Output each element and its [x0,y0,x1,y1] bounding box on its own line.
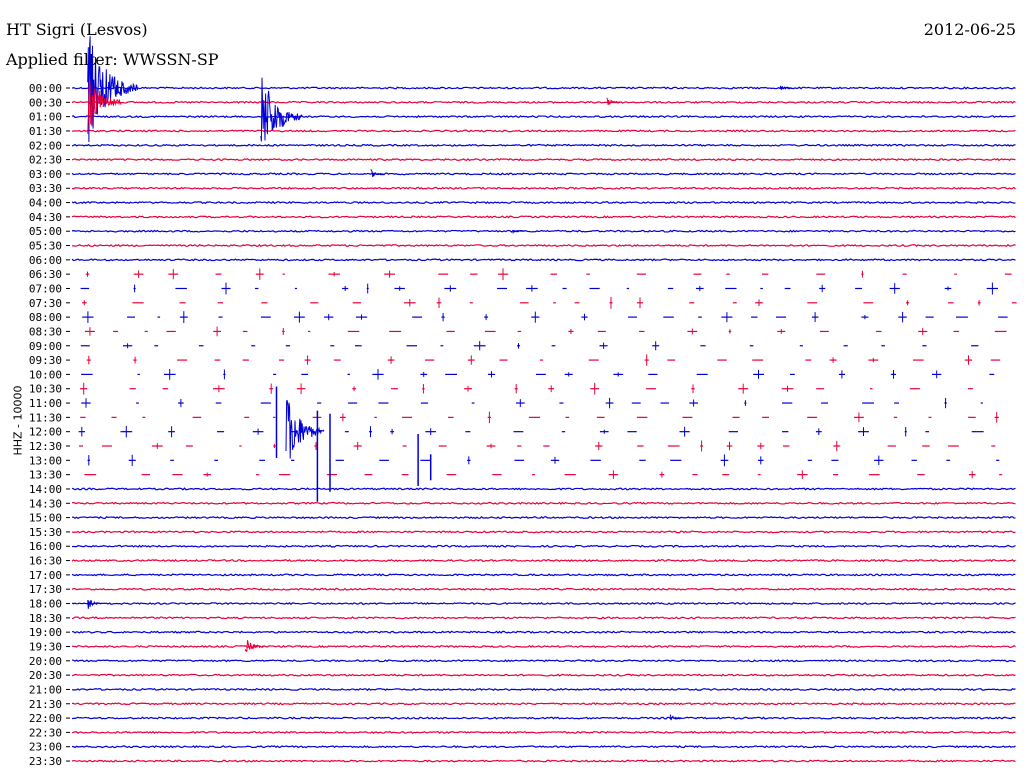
row-label-0600: 06:00 [29,254,62,267]
trace-line-1530 [71,530,1016,534]
row-label-0330: 03:30 [29,182,62,195]
row-label-1730: 17:30 [29,583,62,596]
trace-line-0030 [71,100,1016,104]
row-label-1830: 18:30 [29,612,62,625]
row-label-0630: 06:30 [29,268,62,281]
row-label-2030: 20:30 [29,669,62,682]
row-label-1230: 12:30 [29,440,62,453]
trace-line-2030 [71,673,1016,677]
trace-line-2230 [71,730,1016,735]
row-label-0900: 09:00 [29,340,62,353]
event-burst-1800 [87,599,102,609]
trace-line-0430 [71,215,1016,219]
trace-line-1500 [71,516,1016,520]
row-label-1500: 15:00 [29,512,62,525]
trace-line-2330 [71,759,1016,763]
row-label-1400: 14:00 [29,483,62,496]
row-label-0700: 07:00 [29,282,62,295]
trace-line-1430 [71,501,1016,505]
trace-line-1630 [71,558,1016,563]
row-label-0930: 09:30 [29,354,62,367]
trace-line-0530 [71,243,1016,248]
trace-line-0600 [71,258,1016,262]
trace-line-1930 [71,644,1016,649]
row-label-1000: 10:00 [29,368,62,381]
trace-line-0130 [71,129,1016,133]
event-burst-0030 [606,97,621,106]
row-label-2130: 21:30 [29,698,62,711]
row-label-0200: 02:00 [29,139,62,152]
trace-line-1700 [71,573,1016,577]
row-label-0430: 04:30 [29,211,62,224]
trace-line-1600 [71,544,1016,548]
row-label-0530: 05:30 [29,240,62,253]
trace-line-0000 [71,86,1016,90]
row-label-1930: 19:30 [29,640,62,653]
row-label-2330: 23:30 [29,755,62,768]
trace-line-1900 [71,630,1016,634]
trace-line-0330 [71,186,1016,190]
row-label-0000: 00:00 [29,82,62,95]
row-label-0800: 08:00 [29,311,62,324]
row-label-1300: 13:00 [29,454,62,467]
trace-line-1730 [71,587,1016,591]
row-label-0130: 01:30 [29,125,62,138]
row-label-2200: 22:00 [29,712,62,725]
trace-line-2300 [71,745,1016,749]
trace-line-0230 [71,158,1016,162]
row-label-2000: 20:00 [29,655,62,668]
trace-line-0200 [71,143,1016,147]
row-label-1600: 16:00 [29,540,62,553]
row-label-1900: 19:00 [29,626,62,639]
row-label-0100: 01:00 [29,111,62,124]
trace-line-0300 [71,172,1016,176]
row-label-1700: 17:00 [29,569,62,582]
row-label-1800: 18:00 [29,598,62,611]
row-label-0500: 05:00 [29,225,62,238]
row-label-0030: 00:30 [29,96,62,109]
row-label-1200: 12:00 [29,426,62,439]
row-label-1100: 11:00 [29,397,62,410]
row-label-1330: 13:30 [29,469,62,482]
trace-line-2000 [71,659,1016,663]
trace-line-0500 [71,229,1016,233]
trace-line-2100 [71,687,1016,692]
row-label-1530: 15:30 [29,526,62,539]
trace-line-1800 [71,601,1016,606]
event-burst-2200 [669,714,683,721]
row-label-0400: 04:00 [29,197,62,210]
seismogram-plot: 00:0000:30 01:0001:3002:00 02:3003:0003:30… [29,36,1017,768]
row-label-0230: 02:30 [29,154,62,167]
row-label-0730: 07:30 [29,297,62,310]
row-label-2300: 23:00 [29,741,62,754]
row-label-2100: 21:00 [29,683,62,696]
row-label-0830: 08:30 [29,325,62,338]
row-label-1030: 10:30 [29,383,62,396]
row-label-1430: 14:30 [29,497,62,510]
trace-line-0100 [71,115,1016,119]
row-label-1130: 11:30 [29,411,62,424]
row-label-1630: 16:30 [29,555,62,568]
event-burst-0300 [370,169,385,178]
trace-line-2200 [71,716,1016,720]
row-label-0300: 03:00 [29,168,62,181]
row-label-2230: 22:30 [29,726,62,739]
trace-line-1400 [71,487,1016,491]
trace-line-2130 [71,702,1016,706]
trace-line-0400 [71,200,1016,205]
trace-line-1830 [71,616,1016,620]
event-burst-1930 [244,640,264,652]
